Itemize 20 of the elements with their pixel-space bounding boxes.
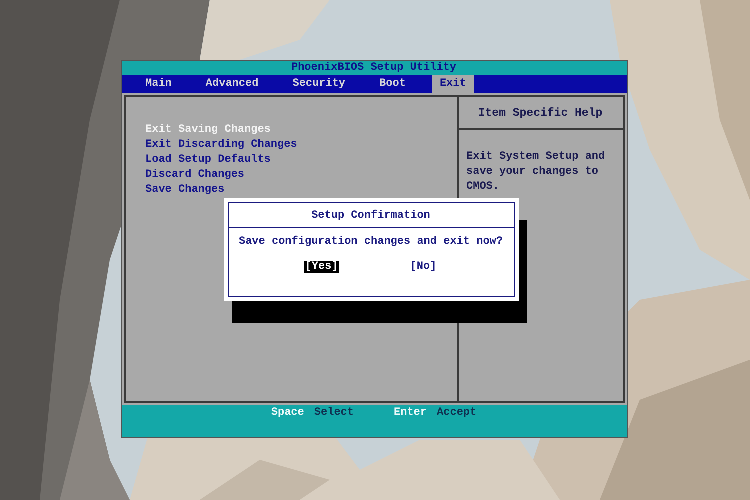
menu-tab[interactable]: Exit bbox=[432, 75, 474, 93]
menu-tab[interactable]: Security bbox=[284, 75, 354, 93]
dialog-option[interactable]: [Yes] bbox=[304, 261, 340, 273]
menu-item[interactable]: Exit Discarding Changes bbox=[146, 138, 456, 153]
key-hint: Space bbox=[271, 407, 304, 419]
menu-item[interactable]: Load Setup Defaults bbox=[146, 153, 456, 168]
dialog-title: Setup Confirmation bbox=[228, 203, 514, 228]
menu-item[interactable]: Discard Changes bbox=[146, 168, 456, 183]
menu-tab[interactable]: Advanced bbox=[198, 75, 267, 93]
key-action: Accept bbox=[437, 407, 477, 419]
window-title: PhoenixBIOS Setup Utility bbox=[122, 61, 626, 75]
help-text: Exit System Setup and save your changes to CMOS. bbox=[466, 150, 606, 195]
menu-tab[interactable]: Boot bbox=[372, 75, 414, 93]
menu-item[interactable]: Save Changes bbox=[146, 183, 456, 198]
help-heading: Item Specific Help bbox=[458, 97, 622, 130]
dialog-message: Save configuration changes and exit now? bbox=[238, 234, 504, 248]
key-action: Select bbox=[314, 407, 354, 419]
dialog-option[interactable]: [No] bbox=[409, 261, 438, 273]
key-hint: Enter bbox=[394, 407, 428, 419]
menu-tab[interactable]: Main bbox=[138, 75, 180, 93]
